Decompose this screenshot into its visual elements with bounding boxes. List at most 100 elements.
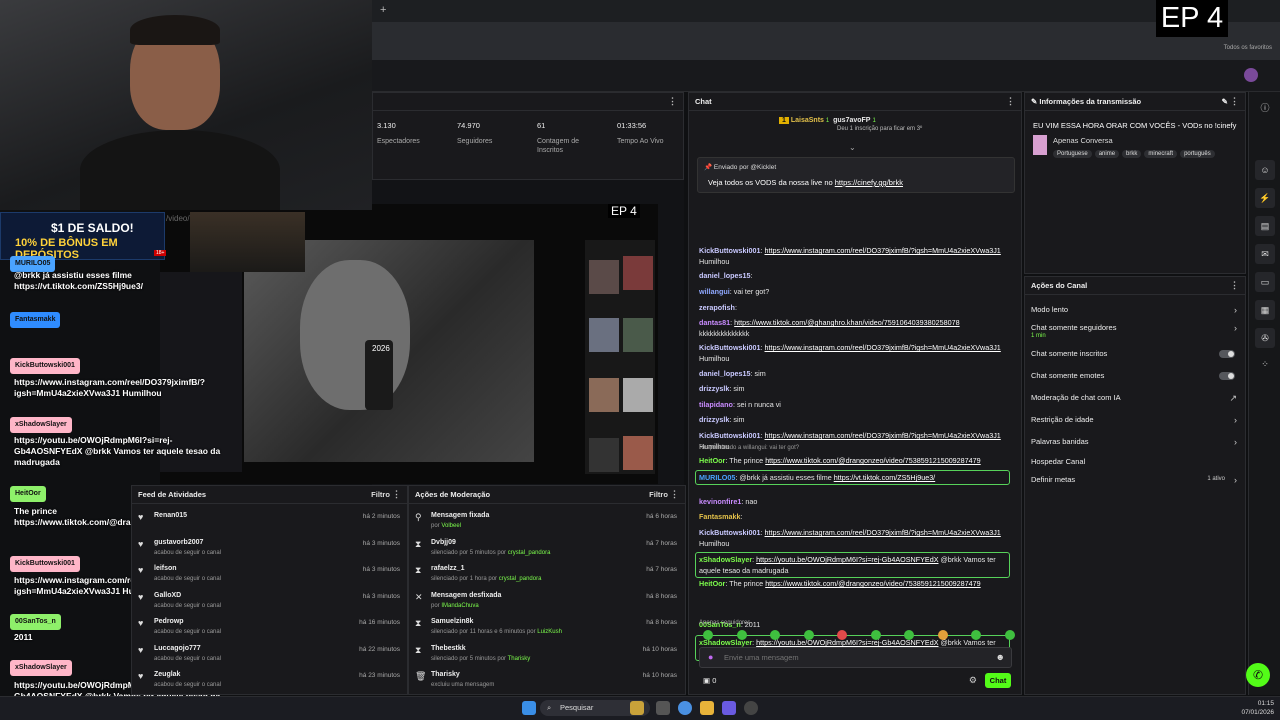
feed-user[interactable]: Pedrowp (154, 618, 184, 625)
more-icon[interactable]: ⋮ (392, 489, 401, 499)
mod-by[interactable]: Volbeel (441, 523, 461, 529)
chat-username[interactable]: KickButtowski001 (699, 343, 761, 352)
feed-user[interactable]: GalloXD (154, 592, 181, 599)
mod-target[interactable]: Samuelzin8k (431, 618, 473, 625)
chat-link[interactable]: https://www.instagram.com/reel/DO379jxim… (765, 343, 1001, 352)
chat-username[interactable]: dantas81 (699, 318, 730, 327)
new-tab-button[interactable]: + (380, 4, 386, 16)
channel-action-item[interactable]: Palavras banidas › (1031, 437, 1241, 451)
chat-username[interactable]: HeitOor (699, 579, 725, 588)
emote-icon[interactable] (1004, 630, 1015, 640)
mic-icon[interactable]: ● (708, 652, 713, 662)
feed-user[interactable]: Zeuglak (154, 671, 180, 678)
obs-icon[interactable] (744, 701, 758, 715)
more-icon[interactable]: ⋮ (1006, 96, 1015, 107)
emote-icon[interactable] (803, 630, 814, 640)
all-favorites-link[interactable]: Todos os favoritos (1224, 45, 1272, 51)
emote-icon[interactable] (937, 630, 948, 640)
mod-target[interactable]: Thebestkk (431, 645, 466, 652)
avatar[interactable] (1244, 68, 1258, 82)
chat-username[interactable]: daniel_lopes15 (699, 369, 751, 378)
chat-username[interactable]: kevinonfire1 (699, 497, 741, 506)
collapse-icon[interactable]: ⌄ (849, 143, 856, 152)
emote-icon[interactable] (770, 630, 780, 640)
chrome-icon[interactable] (678, 701, 692, 715)
more-icon[interactable]: ⋮ (670, 489, 679, 499)
mod-by[interactable]: IMandaChuva (441, 603, 478, 609)
tag-chip[interactable]: anime (1094, 150, 1120, 158)
send-chat-button[interactable]: Chat (985, 673, 1011, 688)
chat-username[interactable]: daniel_lopes15 (699, 271, 751, 280)
mod-by[interactable]: Tharisky (508, 656, 531, 662)
task-view-icon[interactable] (656, 701, 670, 715)
chat-message-input[interactable] (724, 653, 984, 662)
layout-icon[interactable]: ▦ (1255, 300, 1275, 320)
emote-icon[interactable] (736, 630, 747, 640)
face-icon[interactable]: ☺ (1255, 160, 1275, 180)
bolt-icon[interactable]: ⚡ (1255, 188, 1275, 208)
channel-action-item[interactable]: Restrição de idade › (1031, 415, 1241, 429)
chat-username[interactable]: HeitOor (699, 456, 725, 465)
info-icon[interactable]: ⓘ (1255, 98, 1275, 118)
channel-action-item[interactable]: Chat somente emotes (1031, 371, 1241, 385)
comment-icon[interactable]: ✉ (1255, 244, 1275, 264)
channel-action-item[interactable]: Hospedar Canal (1031, 457, 1241, 471)
channel-action-item[interactable]: Modo lento › (1031, 305, 1241, 319)
chat-link[interactable]: https://www.tiktok.com/@ghanghro.khan/vi… (734, 318, 959, 327)
chat-username[interactable]: drizzyslk (699, 415, 729, 424)
filter-button[interactable]: Filtro (649, 490, 668, 499)
emote-icon[interactable] (904, 630, 914, 640)
mod-target[interactable]: rafaelzz_1 (431, 565, 464, 572)
tag-chip[interactable]: minecraft (1144, 150, 1178, 158)
chat-username[interactable]: drizzyslk (699, 384, 729, 393)
chat-username[interactable]: KickButtowski001 (699, 431, 761, 440)
mod-by[interactable]: crystal_pandora (499, 576, 542, 582)
windows-start-icon[interactable] (522, 701, 536, 715)
wrench-icon[interactable]: ✇ (1255, 328, 1275, 348)
tag-chip[interactable]: brkk (1122, 150, 1142, 158)
chat-bubble-button[interactable]: ✆ (1246, 663, 1270, 687)
channel-action-item[interactable]: Chat somente seguidores 1 min › (1031, 323, 1241, 339)
pencil-icon[interactable]: ✎ (1222, 97, 1228, 106)
filter-button[interactable]: Filtro (371, 490, 390, 499)
mod-target[interactable]: Mensagem desfixada (431, 592, 501, 599)
folder-icon[interactable] (700, 701, 714, 715)
mod-target[interactable]: Mensagem fixada (431, 512, 489, 519)
mod-target[interactable]: Tharisky (431, 671, 460, 678)
chat-link[interactable]: https://www.tiktok.com/@drangonzeo/video… (765, 579, 980, 588)
emoji-icon[interactable]: ☻ (996, 652, 1005, 662)
emote-icon[interactable] (703, 630, 713, 640)
chat-link[interactable]: https://vt.tiktok.com/ZS5Hj9ue3/ (834, 473, 935, 482)
chat-link[interactable]: https://youtu.be/OWOjRdmpM6I?si=rej-Gb4A… (756, 555, 938, 564)
chat-link[interactable]: https://www.instagram.com/reel/DO379jxim… (765, 246, 1001, 255)
chat-username[interactable]: xShadowSlayer (699, 555, 752, 564)
message-icon[interactable]: ▭ (1255, 272, 1275, 292)
mod-by[interactable]: LuizKush (537, 629, 562, 635)
more-icon[interactable]: ⋮ (668, 96, 677, 107)
emote-icon[interactable] (837, 630, 847, 640)
emote-icon[interactable] (971, 630, 981, 640)
channel-action-item[interactable]: Chat somente inscritos (1031, 349, 1241, 363)
chat-input-box[interactable]: ● ☻ (699, 647, 1012, 668)
toggle-switch[interactable] (1219, 372, 1235, 380)
channel-action-item[interactable]: Moderação de chat com IA ↗ (1031, 393, 1241, 407)
chat-username[interactable]: KickButtowski001 (699, 246, 761, 255)
feed-user[interactable]: Renan015 (154, 512, 187, 519)
chat-username[interactable]: MURILO05 (699, 473, 735, 482)
mod-target[interactable]: Dvbjj09 (431, 539, 456, 546)
chat-link[interactable]: https://www.instagram.com/reel/DO379jxim… (765, 431, 1001, 440)
chat-username[interactable]: willangui (699, 287, 730, 296)
more-icon[interactable]: ⋮ (1230, 96, 1239, 106)
crown-icon[interactable] (630, 701, 644, 715)
emote-icon[interactable] (870, 630, 881, 640)
chat-username[interactable]: KickButtowski001 (699, 528, 761, 537)
dots-icon[interactable]: ⁘ (1255, 354, 1275, 374)
clipboard-icon[interactable]: ▤ (1255, 216, 1275, 236)
chat-link[interactable]: https://www.tiktok.com/@drangonzeo/video… (765, 456, 980, 465)
chat-link[interactable]: https://www.instagram.com/reel/DO379jxim… (765, 528, 1001, 537)
more-icon[interactable]: ⋮ (1230, 280, 1239, 291)
chat-username[interactable]: Fantasmakk (699, 512, 741, 521)
gear-icon[interactable]: ⚙ (969, 675, 977, 686)
feed-user[interactable]: leifson (154, 565, 177, 572)
channel-action-item[interactable]: Definir metas 1 ativo › (1031, 475, 1241, 489)
